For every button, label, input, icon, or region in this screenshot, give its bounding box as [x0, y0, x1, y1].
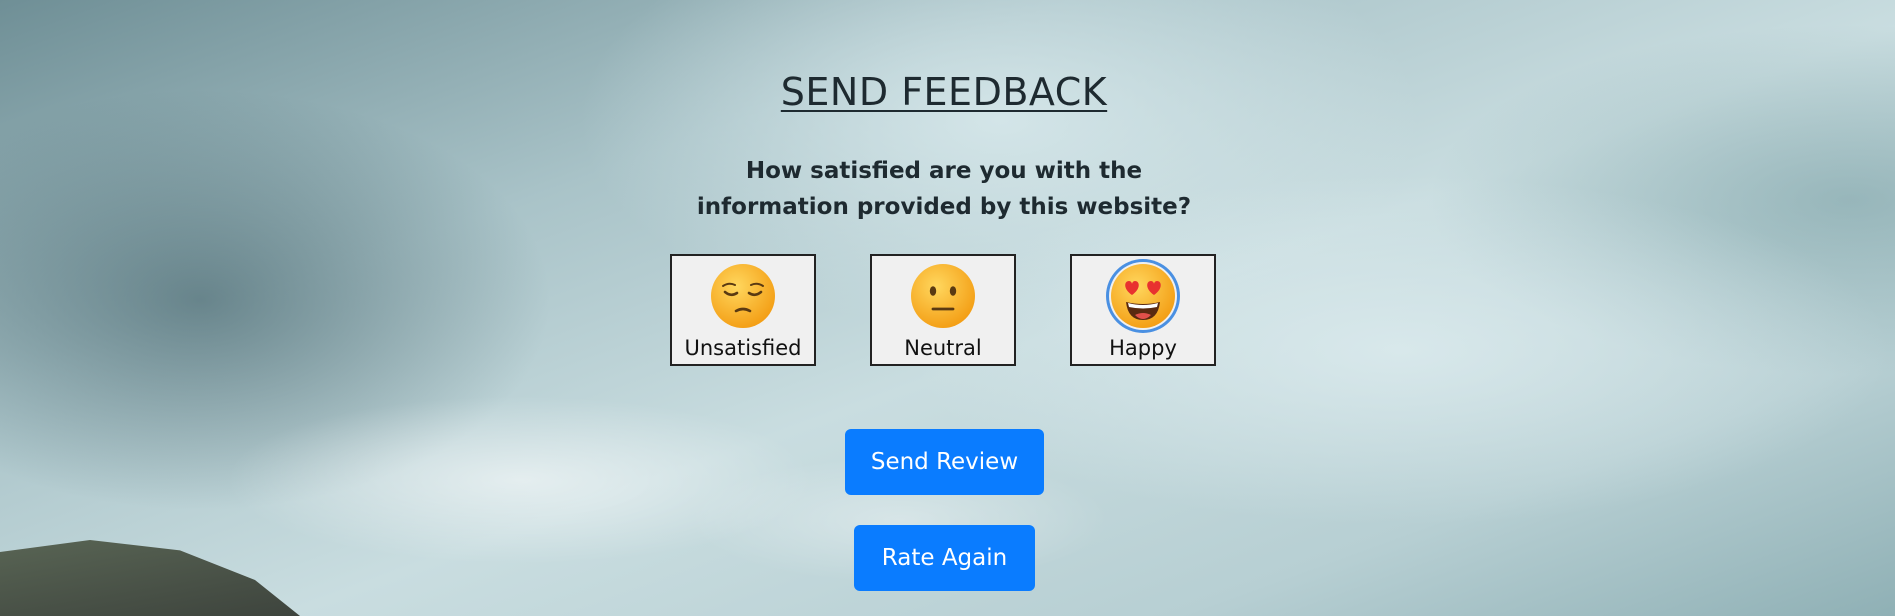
option-neutral[interactable]: Neutral	[870, 254, 1016, 366]
page-title: SEND FEEDBACK	[780, 70, 1108, 114]
question-line-1: How satisfied are you with the	[745, 158, 1143, 184]
pensive-face-icon	[711, 264, 775, 328]
option-label: Neutral	[904, 336, 982, 360]
heart-eyes-face-icon	[1111, 264, 1175, 328]
rating-options: Unsatisfied Neutral Happy	[670, 254, 1220, 369]
background-hill	[0, 540, 300, 616]
option-label: Happy	[1109, 336, 1177, 360]
option-happy[interactable]: Happy	[1070, 254, 1216, 366]
send-review-button[interactable]: Send Review	[845, 429, 1044, 495]
neutral-face-icon	[911, 264, 975, 328]
question-line-2: information provided by this website?	[696, 194, 1192, 220]
rate-again-button[interactable]: Rate Again	[854, 525, 1035, 591]
option-label: Unsatisfied	[684, 336, 802, 360]
option-unsatisfied[interactable]: Unsatisfied	[670, 254, 816, 366]
satisfaction-question: How satisfied are you with the informati…	[0, 153, 1888, 225]
